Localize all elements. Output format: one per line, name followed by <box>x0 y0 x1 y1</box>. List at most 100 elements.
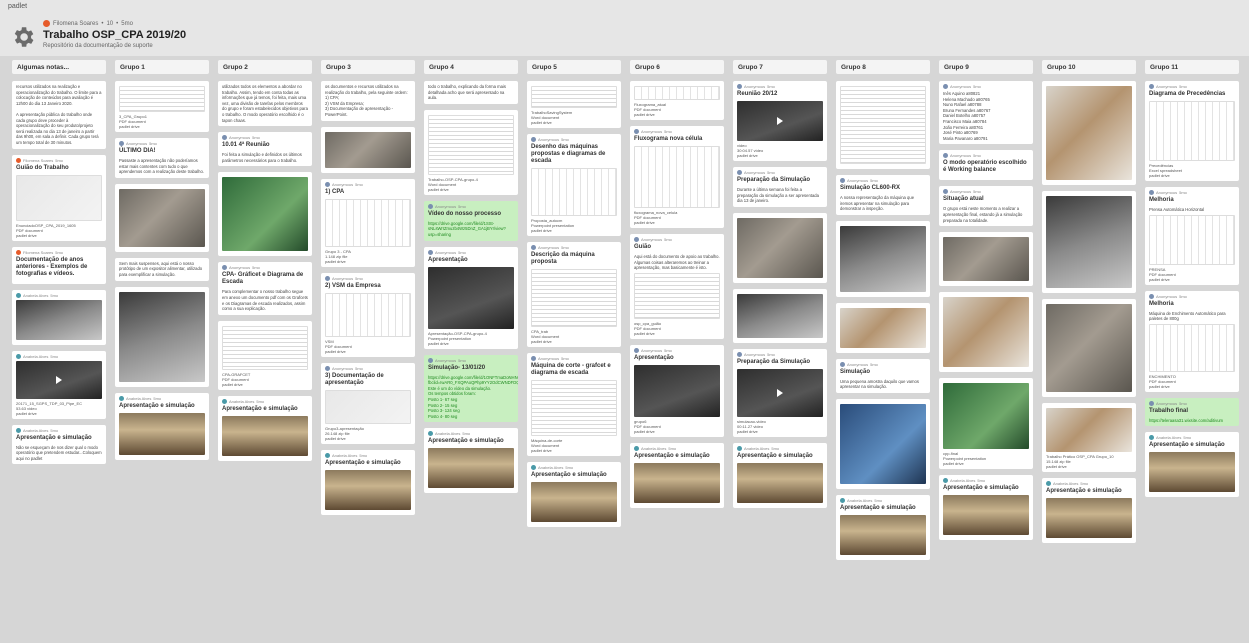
post-body[interactable]: https://teleraasa31.wixsite.com/aditivum <box>1149 418 1235 424</box>
column-title[interactable]: Grupo 10 <box>1042 60 1136 74</box>
attachment-image[interactable] <box>531 380 617 436</box>
attachment-image[interactable] <box>325 131 411 168</box>
post-card[interactable]: Anonymous 5mo Vídeo do nosso processo https… <box>424 200 518 241</box>
post-card[interactable]: Anonymous 5mo Melhoria Máquina de Enchiment… <box>1145 290 1239 392</box>
post-card[interactable]: Anabela Alves 5mo Apresentação e simulação <box>939 475 1033 541</box>
column-title[interactable]: Grupo 6 <box>630 60 724 74</box>
post-card[interactable]: Anonymous 5mo Melhoria Prensa Automática Ho… <box>1145 187 1239 285</box>
column-title[interactable]: Grupo 1 <box>115 60 209 74</box>
post-card[interactable]: Anonymous 5mo Reunião 20/12 video 30:04.57 v… <box>733 81 827 161</box>
post-card[interactable]: Filomena Soares 5mo Documentação de anos a… <box>12 246 106 284</box>
attachment-image[interactable] <box>737 293 823 338</box>
attachment-image[interactable] <box>1046 498 1132 538</box>
attachment-image[interactable] <box>634 462 720 503</box>
column-title[interactable]: Grupo 3 <box>321 60 415 74</box>
post-card[interactable]: Anabela Alves 5mo Apresentação e simulação <box>1042 478 1136 543</box>
play-icon[interactable] <box>56 375 62 384</box>
post-card[interactable]: Anonymous 5mo Preparação da Simulação simul… <box>733 348 827 437</box>
column-title[interactable]: Grupo 4 <box>424 60 518 74</box>
post-card[interactable] <box>836 398 930 489</box>
post-card[interactable]: Anabela Alves 5mo Apresentação e simulação <box>1145 432 1239 498</box>
attachment-image[interactable] <box>737 462 823 503</box>
attachment-image[interactable] <box>1149 323 1235 372</box>
attachment-image[interactable] <box>943 237 1029 282</box>
attachment-image[interactable] <box>119 188 205 247</box>
post-body[interactable]: https://drive.google.com/file/d/1ONFTmaD… <box>428 375 518 420</box>
attachment-image[interactable] <box>1046 304 1132 392</box>
post-card[interactable]: Anonymous 5mo Simulação Uma pequena amostra… <box>836 358 930 393</box>
post-card[interactable] <box>1042 191 1136 293</box>
attachment-image[interactable] <box>634 364 720 417</box>
play-icon[interactable] <box>777 388 783 397</box>
post-card[interactable]: Anabela Alves 5mo Apresentação e simulação <box>115 392 209 460</box>
post-card[interactable]: Anabela Alves 5mo Apresentação e simulação… <box>12 424 106 465</box>
attachment-image[interactable] <box>222 177 308 252</box>
post-card[interactable]: Sem mais suspenses, aqui está o nosso pr… <box>115 257 209 281</box>
post-card[interactable]: Anonymous 5mo Preparação da Simulação Duran… <box>733 167 827 207</box>
post-card[interactable] <box>321 126 415 173</box>
attachment-image[interactable] <box>531 86 617 108</box>
post-card[interactable]: Anonymous 5mo Apresentação grupo6 PDF docume… <box>630 344 724 437</box>
attachment-image[interactable] <box>1046 196 1132 288</box>
post-card[interactable]: cpp-final Powerpoint presentation padlet d… <box>939 378 1033 470</box>
post-card[interactable]: Trabalho Prático OSP_CPA Grupo_10 15.148 … <box>1042 403 1136 472</box>
attachment-image[interactable] <box>531 168 617 216</box>
post-card[interactable]: Anabela Alves 5mo 20171_15_SGPS_TDP_03_Pip… <box>12 350 106 419</box>
column-title[interactable]: Grupo 9 <box>939 60 1033 74</box>
attachment-image[interactable] <box>1149 214 1235 265</box>
attachment-image[interactable] <box>1149 101 1235 161</box>
column-title[interactable]: Grupo 7 <box>733 60 827 74</box>
attachment-image[interactable] <box>531 269 617 327</box>
post-card[interactable]: Anabela Alves 5mo Apresentação e simulação <box>733 442 827 508</box>
attachment-image[interactable] <box>119 412 205 455</box>
post-card[interactable] <box>939 232 1033 287</box>
post-card[interactable]: CPA-GRAFCET PDF document padlet drive <box>218 320 312 390</box>
post-card[interactable]: Anonymous 5mo Apresentação Apresentação-OSP… <box>424 246 518 349</box>
post-card[interactable]: Anonymous 5mo Desenho das máquinas propost… <box>527 134 621 236</box>
post-card[interactable]: Anabela Alves 5mo Apresentação e simulação <box>321 449 415 515</box>
post-card[interactable]: recursos utilizados na realização e oper… <box>12 81 106 149</box>
post-card[interactable]: Anonymous 5mo O modo operatório escolhido … <box>939 150 1033 181</box>
post-card[interactable] <box>939 292 1033 373</box>
attachment-image[interactable] <box>222 325 308 370</box>
attachment-image[interactable] <box>1046 86 1132 180</box>
post-card[interactable]: utilizados todos os elementos a abordar … <box>218 81 312 127</box>
attachment-image[interactable] <box>16 174 102 221</box>
post-card[interactable] <box>836 302 930 353</box>
post-card[interactable]: Anonymous 5mo 2) VSM da Empresa VSM PDF docu… <box>321 272 415 357</box>
post-card[interactable]: Anabela Alves 5mo Apresentação e simulação <box>218 395 312 461</box>
post-card[interactable]: Anonymous 5mo Inês Aquino a80821 Helena Ma… <box>939 81 1033 145</box>
post-card[interactable]: Anonymous 5mo Diagrama de Precedências Prec… <box>1145 81 1239 181</box>
post-card[interactable]: Anonymous 5mo 10.01 4ª Reunião Foi feita a … <box>218 132 312 167</box>
post-card[interactable] <box>836 220 930 297</box>
post-card[interactable] <box>218 172 312 257</box>
attachment-image[interactable] <box>16 299 102 340</box>
post-card[interactable]: Anabela Alves 5mo Apresentação e simulação <box>424 428 518 494</box>
post-card[interactable]: Anonymous 5mo 1) CPA Grupo 3 - CPA 1.148 zip… <box>321 178 415 267</box>
post-card[interactable]: Anabela Alves 5mo <box>12 289 106 345</box>
attachment-image[interactable] <box>1046 408 1132 452</box>
post-card[interactable]: Anonymous 5mo Simulação- 13/01/20 https://d… <box>424 354 518 423</box>
attachment-image[interactable] <box>840 225 926 292</box>
post-card[interactable] <box>115 286 209 387</box>
post-card[interactable]: Anabela Alves 5mo Apresentação e simulação <box>527 462 621 527</box>
attachment-image[interactable] <box>325 469 411 510</box>
breadcrumb-author[interactable]: Filomena Soares <box>53 21 98 27</box>
attachment-image[interactable] <box>531 482 617 522</box>
attachment-image[interactable] <box>119 86 205 112</box>
post-card[interactable]: Anonymous 5mo ÚLTIMO DIA! Passaste a aprese… <box>115 138 209 178</box>
attachment-image[interactable] <box>840 403 926 484</box>
post-card[interactable]: Anonymous 5mo Guião Aqui está do documento … <box>630 234 724 339</box>
attachment-image[interactable] <box>325 198 411 247</box>
column-title[interactable]: Grupo 5 <box>527 60 621 74</box>
attachment-image[interactable] <box>325 389 411 424</box>
attachment-image[interactable] <box>840 307 926 348</box>
post-card[interactable]: Anonymous 5mo 3) Documentação de apresenta… <box>321 362 415 444</box>
attachment-image[interactable] <box>943 495 1029 536</box>
attachment-image[interactable] <box>119 291 205 382</box>
post-card[interactable] <box>836 81 930 169</box>
post-card[interactable]: Anabela Alves 5mo Apresentação e simulação <box>836 494 930 560</box>
attachment-image[interactable] <box>428 266 514 329</box>
video-thumbnail[interactable] <box>16 360 102 399</box>
column-title[interactable]: Grupo 2 <box>218 60 312 74</box>
